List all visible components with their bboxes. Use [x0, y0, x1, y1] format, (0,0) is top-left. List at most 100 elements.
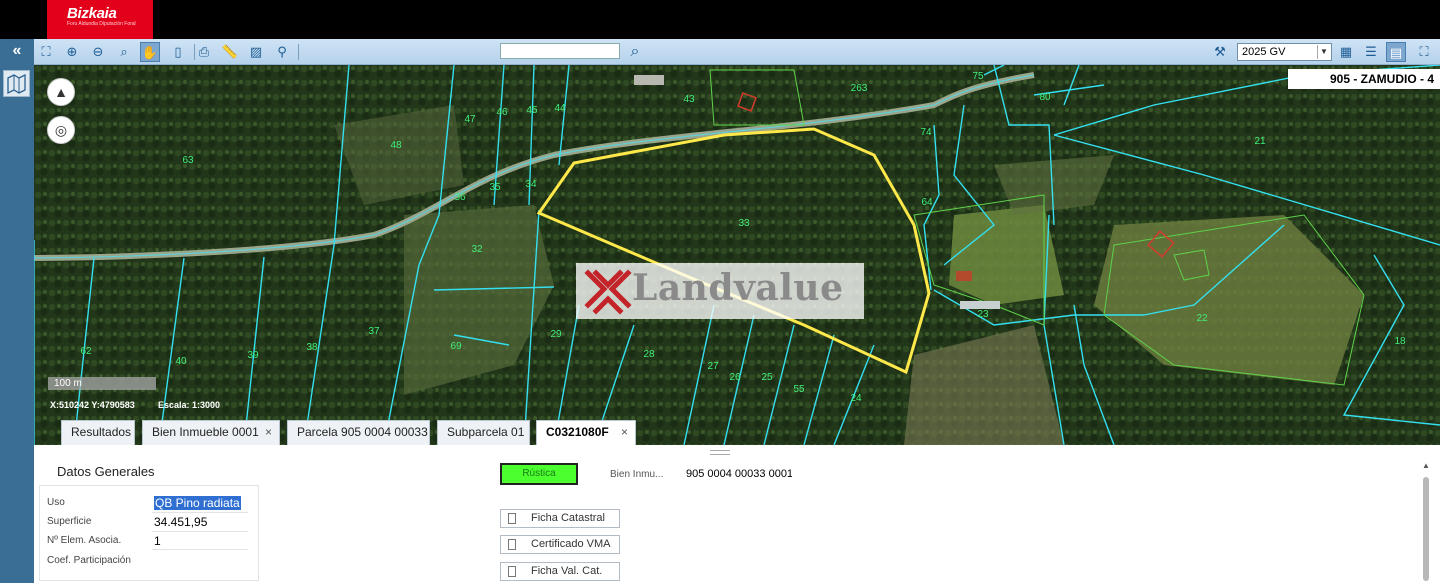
search-input[interactable] [500, 43, 620, 59]
uso-value-text: QB Pino radiata [154, 496, 241, 510]
tab-subparcela-01[interactable]: Subparcela 01 [437, 420, 530, 445]
parcel-label: 28 [643, 349, 655, 360]
parcel-label: 27 [707, 361, 719, 372]
list-icon[interactable]: ☰ [1361, 42, 1381, 62]
parcel-label: 63 [182, 155, 194, 166]
parcel-label: 74 [920, 127, 932, 138]
brand-subline: Foru Aldundia Diputación Foral [67, 21, 136, 27]
toolbar-separator [194, 44, 195, 60]
tab-c0321080f[interactable]: C0321080F × [536, 420, 636, 445]
section-title: Datos Generales [57, 464, 155, 479]
parcel-label: 35 [489, 182, 501, 193]
superficie-label: Superficie [47, 516, 92, 527]
document-icon [508, 513, 516, 524]
panel-splitter[interactable] [34, 445, 1440, 457]
coef-participacion-label: Coef. Participación [47, 555, 131, 566]
superficie-value: 34.451,95 [154, 515, 208, 529]
parcel-label: 46 [496, 107, 508, 118]
bien-inmueble-value: 905 0004 00033 0001 [686, 468, 792, 480]
parcel-label: 26 [729, 372, 741, 383]
scroll-up-icon[interactable]: ▲ [1422, 461, 1430, 470]
top-bar: Bizkaia Foru Aldundia Diputación Foral [0, 0, 1440, 39]
splitter-grip[interactable] [710, 450, 730, 455]
parcel-label: 69 [450, 341, 462, 352]
ficha-val-cat-button[interactable]: Ficha Val. Cat. [500, 562, 620, 581]
zoom-in-icon[interactable]: ⊕ [62, 42, 82, 62]
collapse-panel-button[interactable]: « [0, 39, 34, 65]
divider [152, 531, 248, 532]
parcel-label: 29 [550, 329, 562, 340]
measure-icon[interactable]: 📏 [220, 42, 240, 62]
divider [152, 512, 248, 513]
ficha-catastral-button[interactable]: Ficha Catastral [500, 509, 620, 528]
button-label: Ficha Val. Cat. [531, 565, 603, 577]
tab-label: Bien Inmueble 0001 [152, 425, 259, 439]
zoom-rect-icon[interactable]: ⌕ [114, 42, 134, 62]
parcel-label: 39 [247, 350, 259, 361]
tab-parcela-905-0004-00033[interactable]: Parcela 905 0004 00033 [287, 420, 430, 445]
close-icon[interactable]: × [621, 421, 628, 444]
broom-icon[interactable]: ⚒ [1210, 42, 1230, 62]
landvalue-watermark: Landvalue [576, 263, 864, 319]
north-arrow-icon[interactable]: ▲ [47, 78, 75, 106]
toolbar-separator [298, 44, 299, 60]
zoom-extent-icon[interactable]: ⛶ [36, 42, 56, 62]
pan-hand-icon[interactable]: ✋ [140, 42, 160, 62]
hatch-icon[interactable]: ▨ [246, 42, 266, 62]
details-panel: Datos Generales Uso QB Pino radiata Supe… [34, 457, 1440, 583]
info-icon[interactable]: ▯ [168, 42, 188, 62]
map-view[interactable]: 63 47 46 45 44 43 263 75 80 48 74 21 35 34 36 64 33 32 37 3… [34, 65, 1440, 445]
tab-label: C0321080F [546, 425, 609, 439]
parcel-label: 25 [761, 372, 773, 383]
parcel-label: 62 [80, 346, 92, 357]
parcel-label: 263 [851, 83, 868, 94]
layers-icon[interactable]: ▤ [1386, 42, 1406, 62]
parcel-label: 48 [390, 140, 402, 151]
parcel-label: 55 [793, 384, 805, 395]
table-icon[interactable]: ▦ [1336, 42, 1356, 62]
municipality-label: 905 - ZAMUDIO - 4 [1288, 69, 1440, 89]
search-icon[interactable]: ⌕ [624, 41, 646, 63]
parcel-label: 21 [1254, 136, 1266, 147]
zoom-out-icon[interactable]: ⊖ [88, 42, 108, 62]
parcel-label: 34 [525, 179, 537, 190]
tab-label: Resultados [71, 425, 132, 439]
parcel-label: 33 [738, 218, 750, 229]
aerial-map: 63 47 46 45 44 43 263 75 80 48 74 21 35 34 36 64 33 32 37 3… [34, 65, 1440, 445]
tab-resultados[interactable]: Resultados [61, 420, 135, 445]
bizkaia-logo[interactable]: Bizkaia Foru Aldundia Diputación Foral [47, 0, 153, 39]
locate-icon[interactable]: ◎ [47, 116, 75, 144]
tab-label: Subparcela 01 [447, 425, 525, 439]
landvalue-logo-icon [584, 269, 632, 315]
parcel-label: 24 [850, 393, 862, 404]
parcel-label: 37 [368, 326, 380, 337]
year-select-value: 2025 GV [1242, 46, 1286, 58]
certificado-vma-button[interactable]: Certificado VMA [500, 535, 620, 554]
tab-label: Parcela 905 0004 00033 [297, 425, 428, 439]
print-icon[interactable]: ⎙ [194, 42, 214, 62]
watermark-text: Landvalue [632, 267, 844, 309]
parcel-label: 80 [1039, 92, 1051, 103]
document-icon [508, 566, 516, 577]
map-legend-icon[interactable] [3, 70, 30, 97]
parcel-label: 36 [454, 192, 466, 203]
parcel-label: 47 [464, 114, 476, 125]
person-search-icon[interactable]: ⚲ [272, 42, 292, 62]
year-select[interactable]: 2025 GV ▼ [1237, 43, 1332, 61]
scale-bar: 100 m [48, 377, 156, 390]
document-icon [508, 539, 516, 550]
parcel-label: 43 [683, 94, 695, 105]
button-label: Certificado VMA [531, 538, 611, 550]
bien-inmueble-label: Bien Inmu... [610, 469, 664, 480]
details-scrollbar[interactable]: ▲ [1420, 461, 1432, 581]
button-label: Ficha Catastral [531, 512, 605, 524]
scroll-thumb[interactable] [1423, 477, 1429, 581]
left-panel-strip: « [0, 39, 34, 583]
parcel-label: 23 [977, 309, 989, 320]
uso-value: QB Pino radiata [154, 496, 241, 510]
parcel-label: 18 [1394, 336, 1406, 347]
close-icon[interactable]: × [265, 421, 272, 444]
tab-bien-inmueble-0001[interactable]: Bien Inmueble 0001 × [142, 420, 280, 445]
divider [152, 549, 248, 550]
fullscreen-icon[interactable]: ⛶ [1414, 42, 1434, 62]
